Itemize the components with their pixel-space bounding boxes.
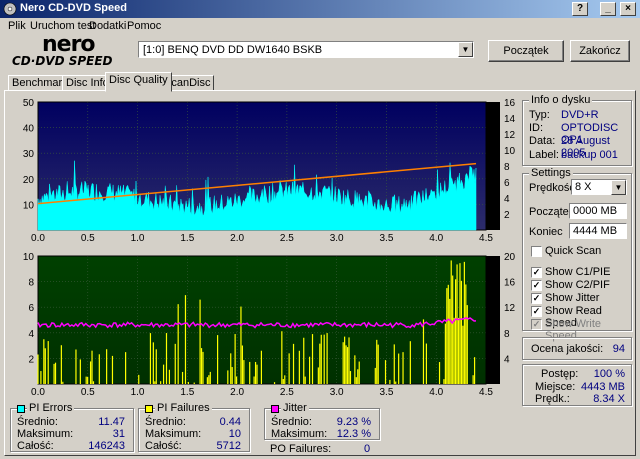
x-tick-label: 3.0 — [330, 233, 344, 244]
start-button[interactable]: Początek — [488, 40, 564, 62]
x-tick-label: 4.5 — [479, 387, 493, 398]
progress-value: 100 % — [593, 368, 625, 380]
y2-tick-label: 16 — [504, 278, 516, 289]
x-tick-label: 1.5 — [180, 387, 194, 398]
pi-failures-chart: 0.0 0.5 1.0 1.5 2.0 2.5 3.0 3.5 4.0 4.5 10 8 6 4 2 20 16… — [23, 252, 516, 398]
y-tick-label: 4 — [28, 329, 34, 340]
x-tick-label: 1.5 — [180, 233, 194, 244]
y2-tick-label: 8 — [504, 329, 510, 340]
x-tick-label: 3.5 — [379, 387, 393, 398]
speed-select[interactable]: 8 X ▼ — [571, 179, 627, 195]
y-tick-label: 30 — [23, 149, 35, 160]
x-tick-label: 2.0 — [230, 387, 244, 398]
y2-tick-label: 4 — [504, 194, 510, 205]
pi-errors-stats: PI Errors Średnio: 11.47 Maksimum: 31 Ca… — [10, 402, 134, 452]
y2-tick-label: 10 — [504, 146, 516, 157]
menu-dodatki[interactable]: Dodatki — [89, 20, 126, 32]
y-tick-label: 20 — [23, 175, 35, 186]
x-tick-label: 0.5 — [81, 387, 95, 398]
x-tick-label: 4.5 — [479, 233, 493, 244]
end-button[interactable]: Zakończ — [570, 40, 630, 62]
y2-tick-label: 14 — [504, 114, 516, 125]
tab-disc-quality[interactable]: Disc Quality — [105, 72, 172, 92]
po-failures-label: PO Failures: — [270, 443, 332, 455]
y2-tick-label: 12 — [504, 303, 516, 314]
x-tick-label: 4.0 — [429, 233, 443, 244]
x-tick-label: 1.0 — [131, 233, 145, 244]
jitter-swatch — [271, 405, 279, 413]
y2-tick-label: 6 — [504, 178, 510, 189]
show-c1-checkbox[interactable]: ✓ — [531, 267, 542, 278]
y-tick-label: 6 — [28, 303, 34, 314]
pi-errors-swatch — [17, 405, 25, 413]
menu-bar: Plik Uruchom test Dodatki Pomoc — [0, 18, 640, 34]
app-icon — [3, 2, 17, 16]
y2-tick-label: 20 — [504, 252, 516, 263]
quality-score: 94 — [612, 343, 625, 355]
y-tick-label: 10 — [23, 200, 35, 211]
chevron-down-icon[interactable]: ▼ — [611, 180, 626, 195]
y2-tick-label: 8 — [504, 162, 510, 173]
pi-failures-swatch — [145, 405, 153, 413]
show-write-speed-checkbox: ✓ — [531, 319, 542, 330]
drive-select[interactable]: [1:0] BENQ DVD DD DW1640 BSKB ▼ — [138, 41, 474, 58]
y2-tick-label: 16 — [504, 98, 516, 109]
position-value: 4443 MB — [580, 381, 625, 393]
close-button[interactable]: × — [620, 2, 636, 16]
minimize-button[interactable]: _ — [600, 2, 616, 16]
nero-logo: nero CD·DVD SPEED — [12, 32, 113, 68]
x-tick-label: 2.0 — [230, 233, 244, 244]
y2-tick-label: 4 — [504, 354, 510, 365]
jitter-stats: Jitter Średnio: 9.23 % Maksimum: 12.3 % — [264, 402, 380, 440]
right-strip — [486, 256, 500, 384]
x-tick-label: 4.0 — [429, 387, 443, 398]
x-tick-label: 0.0 — [31, 233, 45, 244]
x-tick-label: 2.5 — [280, 233, 294, 244]
x-tick-label: 3.5 — [379, 233, 393, 244]
disc-info-group: Info o dysku Typ: DVD+R ID: OPTODISC OP1… — [522, 94, 632, 166]
pi-failures-stats: PI Failures Średnio: 0.44 Maksimum: 10 C… — [138, 402, 250, 452]
quality-score-group: Ocena jakości: 94 — [522, 337, 632, 360]
y2-tick-label: 12 — [504, 130, 516, 141]
x-tick-label: 2.5 — [280, 387, 294, 398]
y-tick-label: 10 — [23, 252, 35, 263]
quick-scan-checkbox[interactable] — [531, 246, 542, 257]
progress-group: Postęp: 100 % Miejsce: 4443 MB Prędk.: 8… — [522, 364, 632, 406]
settings-group: Settings Prędkość 8 X ▼ Początek 0000 MB… — [522, 167, 632, 342]
x-tick-label: 1.0 — [131, 387, 145, 398]
speed-value: 8.34 X — [593, 393, 625, 405]
y-tick-label: 2 — [28, 354, 34, 365]
window-titlebar: Nero CD-DVD Speed ? _ × — [0, 0, 640, 18]
window-title: Nero CD-DVD Speed — [20, 2, 127, 14]
menu-pomoc[interactable]: Pomoc — [127, 20, 161, 32]
disc-type: DVD+R — [561, 109, 599, 121]
show-jitter-checkbox[interactable]: ✓ — [531, 293, 542, 304]
y-tick-label: 8 — [28, 278, 34, 289]
x-tick-label: 3.0 — [330, 387, 344, 398]
x-tick-label: 0.5 — [81, 233, 95, 244]
right-strip — [486, 102, 500, 230]
pi-errors-chart: 0.0 0.5 1.0 1.5 2.0 2.5 3.0 3.5 4.0 4.5 50 40 30 20 10… — [23, 98, 516, 244]
y-tick-label: 50 — [23, 98, 35, 109]
start-input[interactable]: 0000 MB — [569, 203, 627, 219]
menu-uruchom-test[interactable]: Uruchom test — [30, 20, 95, 32]
po-failures-value: 0 — [364, 443, 371, 455]
chevron-down-icon[interactable]: ▼ — [458, 42, 473, 57]
y2-tick-label: 2 — [504, 210, 510, 221]
y-tick-label: 40 — [23, 124, 35, 135]
x-tick-label: 0.0 — [31, 387, 45, 398]
menu-plik[interactable]: Plik — [8, 20, 26, 32]
disc-label: backup 001 — [561, 149, 618, 161]
end-input[interactable]: 4444 MB — [569, 223, 627, 239]
help-icon[interactable]: ? — [572, 2, 588, 16]
show-read-speed-checkbox[interactable]: ✓ — [531, 306, 542, 317]
show-c2-checkbox[interactable]: ✓ — [531, 280, 542, 291]
